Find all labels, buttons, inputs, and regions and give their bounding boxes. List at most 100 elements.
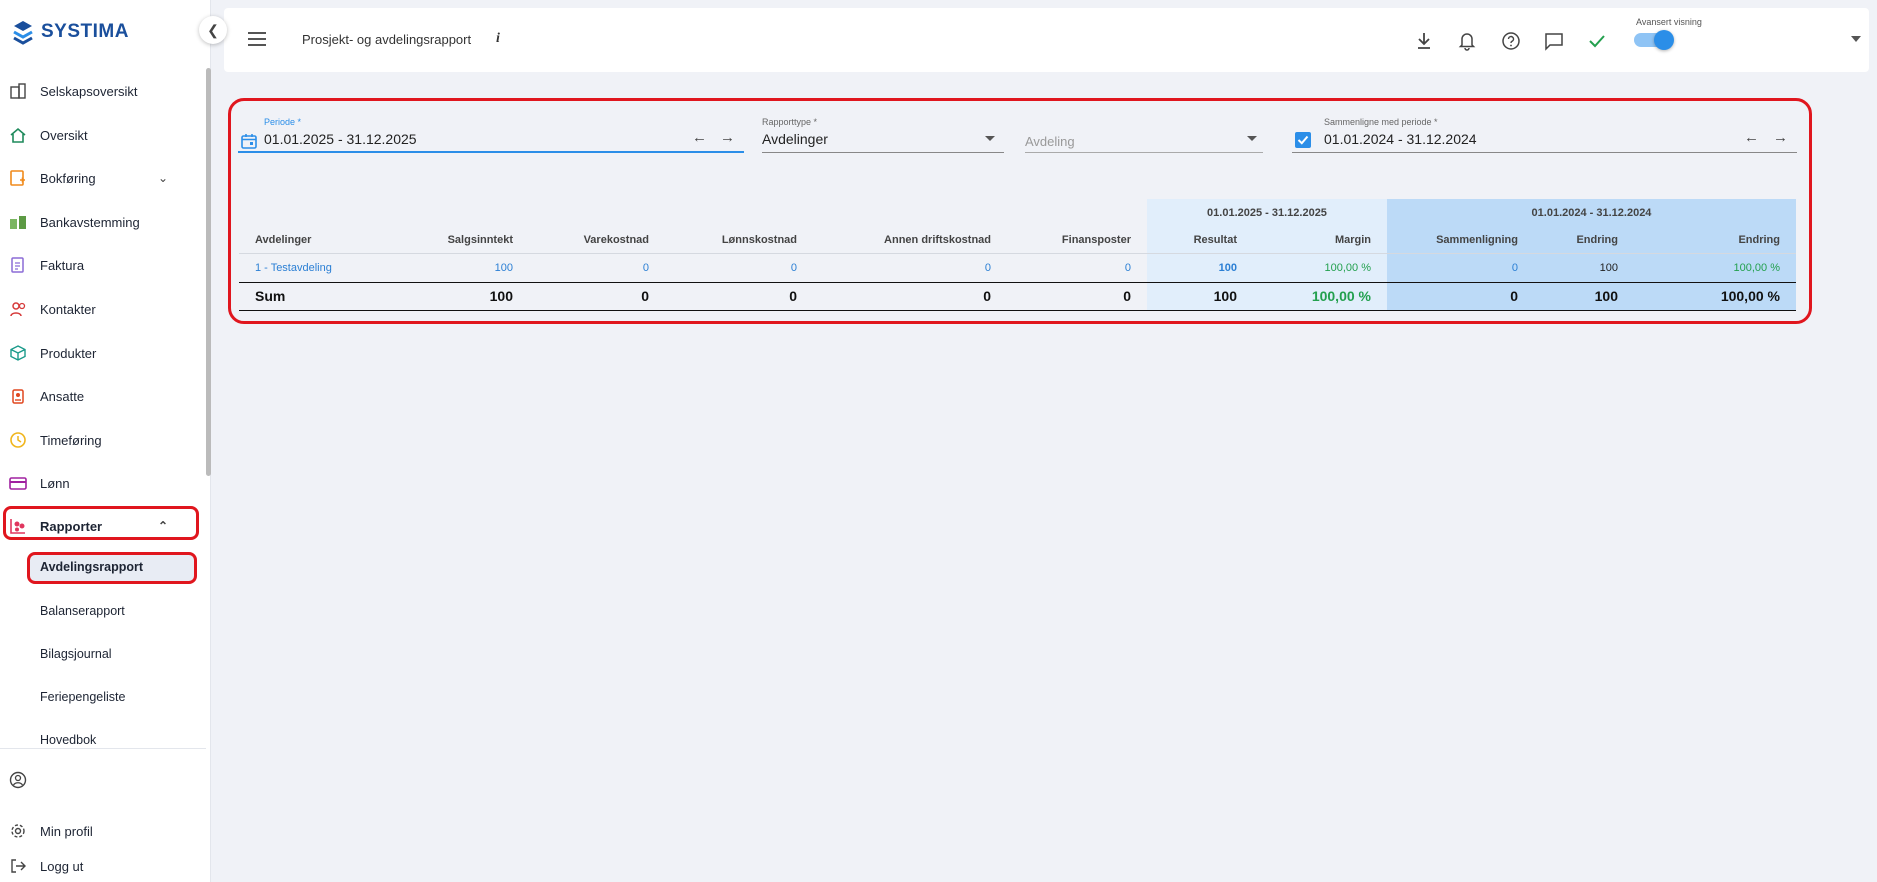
sum-cell: 0 <box>813 281 1007 311</box>
report-type-label: Rapporttype * <box>762 117 818 127</box>
sidebar-item-oversikt[interactable]: Oversikt <box>0 118 200 152</box>
period-value[interactable]: 01.01.2025 - 31.12.2025 <box>264 131 417 147</box>
sidebar-item-label: Produkter <box>40 345 97 361</box>
building-icon <box>8 81 28 101</box>
sidebar-subitem-bilagsjournal[interactable]: Bilagsjournal <box>40 639 112 669</box>
sidebar-item-min-profil[interactable]: Min profil <box>0 814 200 848</box>
sidebar-item-kontakter[interactable]: Kontakter <box>0 292 200 326</box>
column-header[interactable]: Avdelinger <box>239 227 403 253</box>
dropdown-caret-icon <box>1247 136 1257 141</box>
sidebar-item-bokforing[interactable]: Bokføring ⌄ <box>0 161 200 195</box>
column-header[interactable]: Margin <box>1253 227 1387 253</box>
clock-icon <box>8 430 28 450</box>
column-header[interactable]: Varekostnad <box>529 227 665 253</box>
bell-icon[interactable] <box>1456 30 1478 52</box>
sidebar-item-label: Logg ut <box>40 858 84 874</box>
column-header[interactable]: Salgsinntekt <box>403 227 529 253</box>
table-cell-result[interactable]: 100 <box>1147 252 1253 282</box>
sidebar-subitem-balanserapport[interactable]: Balanserapport <box>40 596 125 626</box>
download-icon[interactable] <box>1413 30 1435 52</box>
dropdown-caret-icon <box>985 136 995 141</box>
sum-cell: 0 <box>1387 281 1534 311</box>
logout-icon <box>8 856 28 876</box>
page-title: Prosjekt- og avdelingsrapport <box>302 32 472 47</box>
systima-logo-icon <box>13 21 33 45</box>
report-table: 01.01.2025 - 31.12.2025 01.01.2024 - 31.… <box>239 199 1796 311</box>
bank-reconcile-icon <box>8 212 28 232</box>
chat-icon[interactable] <box>1543 30 1565 52</box>
previous-compare-arrow-icon[interactable]: ← <box>1744 129 1759 146</box>
table-cell-link[interactable]: 0 <box>1387 252 1534 282</box>
sidebar-item-label: Min profil <box>40 823 93 839</box>
sidebar-item-logg-ut[interactable]: Logg ut <box>0 849 200 882</box>
sidebar-item-bankavstemming[interactable]: Bankavstemming <box>0 205 200 239</box>
column-header[interactable]: Resultat <box>1147 227 1253 253</box>
sidebar-scrollbar[interactable] <box>206 68 211 476</box>
sidebar-subitem-feriepengeliste[interactable]: Feriepengeliste <box>40 682 125 712</box>
compare-period-field[interactable]: Sammenligne med periode * 01.01.2024 - 3… <box>1292 117 1797 153</box>
sidebar-bottom: Min profil Logg ut <box>0 748 206 882</box>
check-icon[interactable] <box>1586 30 1608 52</box>
department-select[interactable]: Avdeling <box>1025 117 1263 153</box>
period-label: Periode * <box>264 117 302 127</box>
sum-cell: 0 <box>529 281 665 311</box>
report-type-value: Avdelinger <box>762 131 828 147</box>
sidebar-item-produkter[interactable]: Produkter <box>0 336 200 370</box>
sum-cell: 0 <box>665 281 813 311</box>
ledger-icon <box>8 168 28 188</box>
next-period-arrow-icon[interactable]: → <box>720 129 735 146</box>
sum-cell: 100 <box>403 281 529 311</box>
sidebar-item-label: Bankavstemming <box>40 214 140 230</box>
compare-value[interactable]: 01.01.2024 - 31.12.2024 <box>1324 131 1477 147</box>
calendar-icon[interactable] <box>241 133 257 149</box>
systima-logo[interactable]: SYSTIMA <box>10 18 129 46</box>
help-icon[interactable] <box>1500 30 1522 52</box>
sidebar-item-label: Bokføring <box>40 170 96 186</box>
sidebar-item-label: Lønn <box>40 475 70 491</box>
sidebar-item-label: Kontakter <box>40 301 96 317</box>
table-cell-link[interactable]: 0 <box>1007 252 1147 282</box>
cube-icon <box>8 343 28 363</box>
sidebar-item-lonn[interactable]: Lønn <box>0 466 200 500</box>
menu-icon[interactable] <box>248 32 266 46</box>
compare-label: Sammenligne med periode * <box>1324 117 1438 127</box>
column-header[interactable]: Finansposter <box>1007 227 1147 253</box>
sidebar-item-timeforing[interactable]: Timeføring <box>0 423 200 457</box>
collapse-sidebar-button[interactable]: ❮ <box>199 16 227 44</box>
column-header[interactable]: Lønnskostnad <box>665 227 813 253</box>
sidebar-item-faktura[interactable]: Faktura <box>0 248 200 282</box>
user-account[interactable] <box>0 763 200 797</box>
table-sum-row: Sum 100 0 0 0 0 100 100,00 % 0 100 100,0… <box>239 281 1796 311</box>
user-circle-icon <box>8 770 28 790</box>
column-header[interactable]: Sammenligning <box>1387 227 1534 253</box>
column-header[interactable]: Endring <box>1534 227 1634 253</box>
info-icon[interactable]: i <box>496 31 500 47</box>
period-field[interactable]: Periode * 01.01.2025 - 31.12.2025 ← → <box>238 117 744 153</box>
account-dropdown-icon[interactable] <box>1851 36 1861 42</box>
table-cell-change-pct: 100,00 % <box>1634 252 1796 282</box>
column-header[interactable]: Endring <box>1634 227 1796 253</box>
column-header[interactable]: Annen driftskostnad <box>813 227 1007 253</box>
sidebar-item-selskapsoversikt[interactable]: Selskapsoversikt <box>0 74 200 108</box>
table-cell: 100 <box>1534 252 1634 282</box>
sidebar: SYSTIMA Selskapsoversikt Oversikt Bokfør… <box>0 0 211 882</box>
next-compare-arrow-icon[interactable]: → <box>1773 129 1788 146</box>
sidebar-item-ansatte[interactable]: Ansatte <box>0 379 200 413</box>
table-cell-link[interactable]: 0 <box>529 252 665 282</box>
chevron-left-icon: ❮ <box>207 21 219 38</box>
gear-icon <box>8 821 28 841</box>
advanced-view-toggle[interactable] <box>1634 30 1674 50</box>
report-type-select[interactable]: Rapporttype * Avdelinger <box>762 117 1004 153</box>
department-link[interactable]: 1 - Testavdeling <box>239 252 403 282</box>
brand-name: SYSTIMA <box>41 21 129 42</box>
table-cell-link[interactable]: 0 <box>813 252 1007 282</box>
previous-period-arrow-icon[interactable]: ← <box>692 129 707 146</box>
chevron-down-icon: ⌄ <box>158 171 169 185</box>
table-header-row: Avdelinger Salgsinntekt Varekostnad Lønn… <box>239 227 1796 253</box>
highlight-avdelingsrapport <box>27 552 197 584</box>
table-cell-link[interactable]: 100 <box>403 252 529 282</box>
table-row: 1 - Testavdeling 100 0 0 0 0 100 100,00 … <box>239 252 1796 282</box>
table-cell-link[interactable]: 0 <box>665 252 813 282</box>
compare-checkbox[interactable] <box>1295 132 1311 148</box>
sidebar-item-label: Faktura <box>40 257 85 273</box>
